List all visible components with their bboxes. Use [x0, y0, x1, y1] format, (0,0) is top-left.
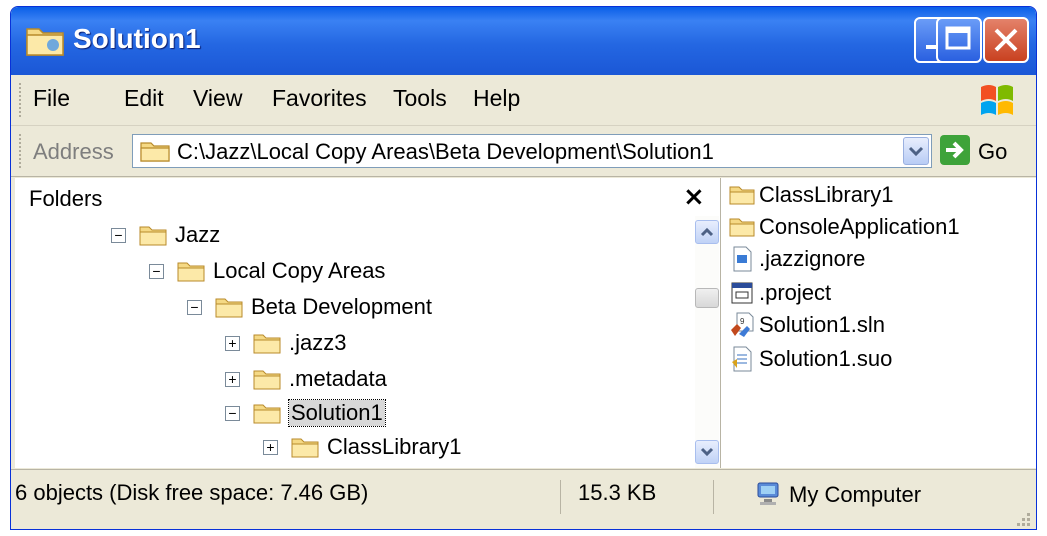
folders-header: Folders × [15, 178, 720, 216]
folder-icon [139, 226, 167, 246]
tree-label: .jazz3 [289, 330, 347, 355]
file-label: .project [759, 280, 832, 305]
folder-icon [253, 334, 281, 354]
menu-bar: File Edit View Favorites Tools Help [11, 75, 1036, 126]
file-label: ConsoleApplication1 [759, 214, 960, 239]
scroll-thumb[interactable] [695, 288, 719, 308]
status-size: 15.3 KB [578, 480, 714, 514]
menu-file[interactable]: File [33, 85, 70, 112]
scroll-down-button[interactable] [695, 440, 719, 464]
folder-icon [291, 438, 319, 458]
address-path: C:\Jazz\Local Copy Areas\Beta Developmen… [177, 139, 714, 164]
folder-icon [729, 218, 755, 237]
tree-label: .metadata [289, 366, 387, 391]
file-list-pane: ClassLibrary1 ConsoleApplication1 .jazzi… [721, 178, 1036, 468]
status-objects-text: 6 objects (Disk free space: 7.46 GB) [15, 480, 369, 505]
collapse-icon[interactable]: − [111, 228, 126, 243]
address-bar: Address C:\Jazz\Local Copy Areas\Beta De… [11, 126, 1036, 177]
address-dropdown-button[interactable] [903, 137, 929, 165]
folder-icon [253, 404, 281, 424]
chevron-down-icon [700, 447, 714, 457]
status-bar: 6 objects (Disk free space: 7.46 GB) 15.… [11, 469, 1036, 529]
chevron-down-icon [908, 146, 924, 157]
folder-icon [215, 298, 243, 318]
menu-help[interactable]: Help [473, 85, 520, 112]
folder-icon [253, 370, 281, 390]
file-label: ClassLibrary1 [759, 182, 894, 207]
tree-label: ClassLibrary1 [327, 434, 462, 459]
folders-pane: Folders × − Jazz − Local Copy Areas − Be… [15, 178, 721, 485]
file-label: Solution1.sln [759, 312, 885, 337]
collapse-icon[interactable]: − [149, 264, 164, 279]
tree-label-selected: Solution1 [288, 399, 386, 427]
folder-icon [26, 28, 64, 56]
folder-icon [140, 142, 170, 162]
expand-icon[interactable]: + [225, 372, 240, 387]
folder-icon [729, 186, 755, 205]
status-location: My Computer [731, 480, 1031, 514]
expand-icon[interactable]: + [225, 336, 240, 351]
close-icon [994, 28, 1018, 52]
file-label: Solution1.suo [759, 346, 893, 371]
window-title: Solution1 [73, 23, 201, 54]
file-icon [733, 246, 752, 272]
status-size-text: 15.3 KB [578, 480, 657, 505]
maximize-button[interactable] [936, 17, 982, 63]
menu-edit[interactable]: Edit [124, 85, 164, 112]
resize-grip-icon[interactable] [1012, 508, 1032, 528]
windows-logo-icon [981, 85, 1013, 115]
go-label[interactable]: Go [978, 139, 1007, 165]
maximize-icon [945, 26, 971, 50]
project-file-icon [731, 282, 753, 304]
tree-label: Jazz [175, 222, 221, 247]
close-folders-pane-button[interactable]: × [683, 182, 705, 212]
address-input[interactable]: C:\Jazz\Local Copy Areas\Beta Developmen… [132, 134, 932, 168]
file-label: .jazzignore [759, 246, 866, 271]
collapse-icon[interactable]: − [225, 406, 240, 421]
go-button[interactable] [940, 135, 970, 165]
status-objects: 6 objects (Disk free space: 7.46 GB) [15, 480, 561, 514]
folder-icon [177, 262, 205, 282]
close-button[interactable] [983, 17, 1029, 63]
chevron-up-icon [700, 227, 714, 237]
menu-view[interactable]: View [193, 85, 242, 112]
folders-scrollbar[interactable] [695, 216, 719, 468]
tree-label: Local Copy Areas [213, 258, 386, 283]
collapse-icon[interactable]: − [187, 300, 202, 315]
suo-file-icon [732, 346, 752, 372]
menu-favorites[interactable]: Favorites [272, 85, 367, 112]
expand-icon[interactable]: + [263, 440, 278, 455]
svg-text:9: 9 [740, 317, 745, 326]
status-location-text: My Computer [789, 482, 922, 507]
scroll-up-button[interactable] [695, 220, 719, 244]
tree-label: Beta Development [251, 294, 432, 319]
explorer-window: Solution1 File Edit View Favorites Tools… [10, 6, 1037, 530]
title-bar[interactable]: Solution1 [11, 7, 1036, 75]
menu-tools[interactable]: Tools [393, 85, 447, 112]
folders-title: Folders [29, 186, 103, 211]
my-computer-icon [757, 482, 779, 505]
toolbar-grip[interactable] [19, 134, 25, 168]
toolbar-grip[interactable] [19, 83, 25, 117]
address-label: Address [33, 139, 114, 164]
arrow-right-icon [946, 141, 964, 159]
visual-studio-solution-icon: 9 [731, 312, 754, 337]
